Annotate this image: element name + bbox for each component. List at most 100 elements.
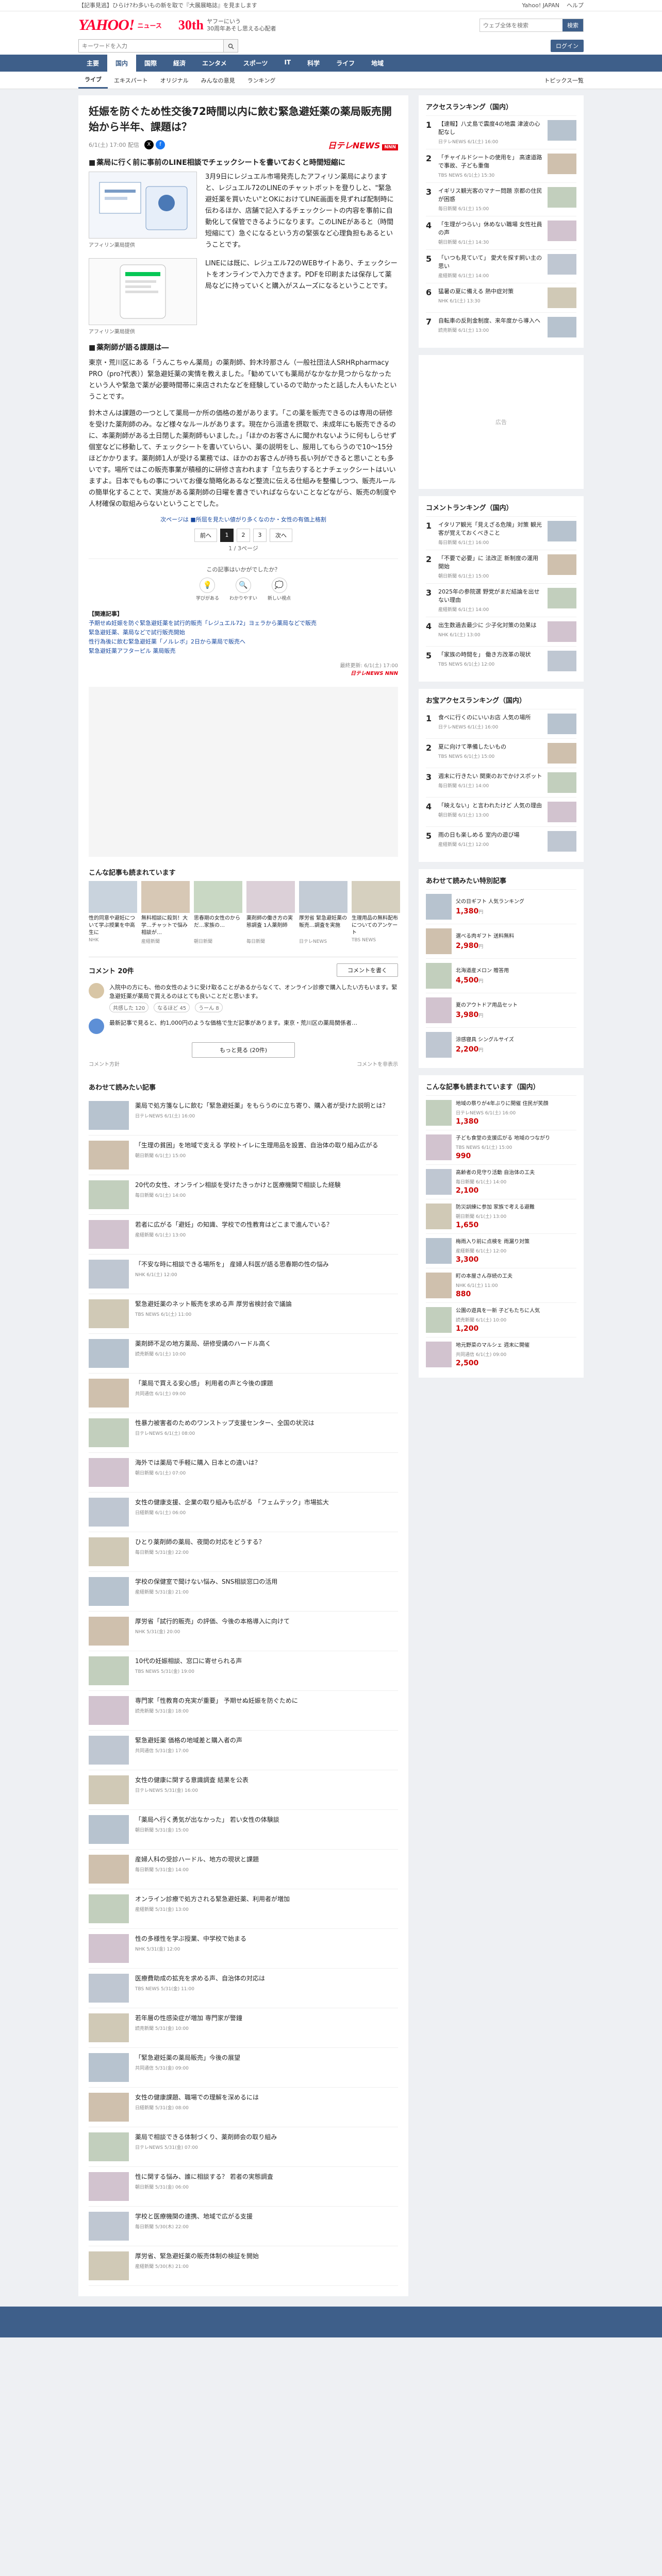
- subnav-item-original[interactable]: オリジナル: [154, 73, 195, 88]
- pager-prev-button[interactable]: 前へ: [194, 529, 217, 542]
- ranking-item[interactable]: 7 自転車の反則金制度、来年度から導入へ 読売新聞 6/1(土) 13:00: [426, 312, 576, 342]
- read-also-item[interactable]: 緊急避妊薬 価格の地域差と購入者の声 共同通信 5/31(金) 17:00: [89, 1731, 398, 1770]
- ranking-item[interactable]: 6 猛暑の夏に備える 熱中症対策 NHK 6/1(土) 13:30: [426, 283, 576, 312]
- publisher-logo[interactable]: 日テレNEWS NNN: [328, 139, 398, 151]
- web-search-button[interactable]: 検索: [562, 19, 583, 31]
- topbar-link-help[interactable]: ヘルプ: [567, 2, 584, 9]
- ranking-item[interactable]: 3 週末に行きたい 関東のおでかけスポット 毎日新聞 6/1(土) 14:00: [426, 768, 576, 797]
- subnav-item-live[interactable]: ライブ: [78, 72, 108, 89]
- read-also-item[interactable]: 20代の女性、オンライン相談を受けたきっかけと医療機関で相談した経験 毎日新聞 …: [89, 1175, 398, 1215]
- x-share-icon[interactable]: X: [144, 140, 154, 149]
- next-page-link[interactable]: 次ページは ■所屈を見たい値がり多くなのか・女性の有価上格割: [89, 515, 398, 523]
- nav-item-local[interactable]: 地域: [363, 55, 392, 72]
- read-also-item[interactable]: 若者に広がる「避妊」の知識、学校での性教育はどこまで進んでいる？ 産経新聞 6/…: [89, 1215, 398, 1255]
- related-link[interactable]: 予期せぬ妊娠を防ぐ緊急避妊薬を試行的販売「レジュエル72」ヨェラから薬局などで販…: [89, 619, 398, 628]
- read-also-item[interactable]: 10代の妊娠相談、窓口に寄せられる声 TBS NEWS 5/31(金) 19:0…: [89, 1651, 398, 1691]
- bottom-read-item[interactable]: 地域の祭りが4年ぶりに開催 住民が笑顔 日テレNEWS 6/1(土) 16:00…: [426, 1095, 576, 1130]
- ranking-item[interactable]: 3 イギリス観光客のマナー問題 京都の住民が困惑 毎日新聞 6/1(土) 15:…: [426, 182, 576, 216]
- ranking-item[interactable]: 2 夏に向けて準備したいもの TBS NEWS 6/1(土) 15:00: [426, 738, 576, 768]
- read-also-item[interactable]: 性暴力被害者のためのワンストップ支援センター、全国の状況は 日テレNEWS 6/…: [89, 1413, 398, 1453]
- ranking-item[interactable]: 1 イタリア観光「見えざる危険」対策 観光客が覚えておくべきこと 毎日新聞 6/…: [426, 516, 576, 550]
- product-item[interactable]: 夏のアウトドア用品セット 3,980円: [426, 993, 576, 1027]
- news-logo-sub[interactable]: ニュース: [137, 21, 161, 30]
- read-also-item[interactable]: 女性の健康に関する意識調査 結果を公表 日テレNEWS 5/31(金) 16:0…: [89, 1770, 398, 1810]
- read-also-item[interactable]: 厚労省、緊急避妊薬の販売体制の検証を開始 産経新聞 5/30(木) 21:00: [89, 2246, 398, 2286]
- nav-item-world[interactable]: 国際: [136, 55, 165, 72]
- read-also-item[interactable]: 「緊急避妊薬の薬局販売」今後の展望 共同通信 5/31(金) 09:00: [89, 2048, 398, 2088]
- read-also-item[interactable]: 薬剤師不足の地方薬局、研修受講のハードル高く 読売新聞 6/1(土) 10:00: [89, 1334, 398, 1374]
- login-button[interactable]: ログイン: [551, 40, 584, 52]
- side-ad-slot[interactable]: 広告: [419, 355, 584, 489]
- article-figure[interactable]: アフィリン薬局提供: [89, 258, 197, 335]
- anniversary-banner[interactable]: 30th ヤフーにいう 30周年あそし思える心配者: [178, 18, 276, 33]
- nav-item-life[interactable]: ライフ: [328, 55, 363, 72]
- read-also-item[interactable]: 「生理の貧困」を地域で支える 学校トイレに生理用品を設置、自治体の取り組み広がる…: [89, 1136, 398, 1175]
- hide-comments-toggle[interactable]: コメントを非表示: [357, 1060, 398, 1067]
- read-also-item[interactable]: 「薬局で買える安心感」 利用者の声と今後の課題 共同通信 6/1(土) 09:0…: [89, 1374, 398, 1413]
- recommend-card[interactable]: 思春期の女性のからだ…家族の… 朝日新聞: [194, 881, 242, 944]
- comment-reaction-button[interactable]: 共感した 120: [109, 1003, 149, 1012]
- ranking-item[interactable]: 3 2025年の参院選 野党がまだ結論を出せない理由 産経新聞 6/1(土) 1…: [426, 583, 576, 617]
- nav-item-domestic[interactable]: 国内: [107, 55, 137, 72]
- product-item[interactable]: 選べる肉ギフト 送料無料 2,980円: [426, 924, 576, 958]
- recommend-card[interactable]: 薬剤師の働き方の実態調査 1人薬剤師 毎日新聞: [246, 881, 295, 944]
- bottom-read-item[interactable]: 子ども食堂の支援広がる 地域のつながり TBS NEWS 6/1(土) 15:0…: [426, 1130, 576, 1164]
- read-also-item[interactable]: 性に関する悩み、誰に相談する？ 若者の実態調査 朝日新聞 5/31(金) 06:…: [89, 2167, 398, 2207]
- read-also-item[interactable]: 医療費助成の拡充を求める声、自治体の対応は TBS NEWS 5/31(金) 1…: [89, 1969, 398, 2008]
- recommend-card[interactable]: 生理用品の無料配布についてのアンケート TBS NEWS: [352, 881, 400, 944]
- ranking-item[interactable]: 1 【速報】八丈島で震度4の地震 津波の心配なし 日テレNEWS 6/1(土) …: [426, 115, 576, 149]
- article-figure[interactable]: アフィリン薬局提供: [89, 172, 197, 251]
- bottom-read-item[interactable]: 公園の遊具を一新 子どもたちに人気 読売新聞 6/1(土) 10:00 1,20…: [426, 1302, 576, 1337]
- ranking-item[interactable]: 4 出生数過去最少に 少子化対策の効果は NHK 6/1(土) 13:00: [426, 617, 576, 646]
- nav-item-business[interactable]: 経済: [165, 55, 194, 72]
- write-comment-button[interactable]: コメントを書く: [337, 963, 398, 977]
- read-also-item[interactable]: 性の多様性を学ぶ授業、中学校で始まる NHK 5/31(金) 12:00: [89, 1929, 398, 1969]
- read-also-item[interactable]: 女性の健康課題、職場での理解を深めるには 日経新聞 5/31(金) 08:00: [89, 2088, 398, 2127]
- ranking-item[interactable]: 5 雨の日も楽しめる 室内の遊び場 産経新聞 6/1(土) 12:00: [426, 826, 576, 856]
- avatar[interactable]: [89, 983, 104, 998]
- source-publisher[interactable]: 日テレNEWS NNN: [351, 671, 398, 676]
- yahoo-logo[interactable]: YAHOO!: [78, 16, 135, 34]
- nav-item-entertainment[interactable]: エンタメ: [194, 55, 235, 72]
- product-item[interactable]: 北海道産メロン 贈答用 4,500円: [426, 958, 576, 993]
- recommend-card[interactable]: 厚労省 緊急避妊薬の販売…調査を実施 日テレNEWS: [299, 881, 347, 944]
- ranking-item[interactable]: 5 「家族の時間を」 働き方改革の現状 TBS NEWS 6/1(土) 12:0…: [426, 646, 576, 675]
- read-also-item[interactable]: 学校の保健室で聞けない悩み、SNS相談窓口の活用 産経新聞 5/31(金) 21…: [89, 1572, 398, 1612]
- ranking-item[interactable]: 2 「不要で必要」に 法改正 新制度の運用開始 朝日新聞 6/1(土) 15:0…: [426, 550, 576, 583]
- ranking-item[interactable]: 2 「チャイルドシートの使用を」 高速道路で事故、子ども重傷 TBS NEWS …: [426, 149, 576, 182]
- read-also-item[interactable]: オンライン診療で処方される緊急避妊薬、利用者が増加 産経新聞 5/31(金) 1…: [89, 1889, 398, 1929]
- pager-page-2[interactable]: 2: [237, 529, 250, 542]
- web-search-input[interactable]: [480, 19, 562, 31]
- comment-reaction-button[interactable]: なるほど 45: [154, 1003, 190, 1012]
- ranking-item[interactable]: 1 食べに行くのにいいお店 人気の場所 日テレNEWS 6/1(土) 16:00: [426, 709, 576, 738]
- read-also-item[interactable]: 産婦人科の受診ハードル、地方の現状と課題 毎日新聞 5/31(金) 14:00: [89, 1850, 398, 1889]
- read-also-item[interactable]: 薬局で処方箋なしに飲む「緊急避妊薬」をもらうのに立ち寄り、購入者が受けた説明とは…: [89, 1096, 398, 1136]
- read-also-item[interactable]: 厚労省「試行的販売」の評価、今後の本格導入に向けて NHK 5/31(金) 20…: [89, 1612, 398, 1651]
- subnav-item-opinion[interactable]: みんなの意見: [195, 73, 241, 88]
- pager-next-button[interactable]: 次へ: [270, 529, 292, 542]
- nav-item-sports[interactable]: スポーツ: [235, 55, 276, 72]
- nav-item-top[interactable]: 主要: [78, 55, 107, 72]
- nav-item-it[interactable]: IT: [276, 55, 299, 72]
- topics-list-link[interactable]: トピックス一覧: [544, 76, 584, 84]
- product-item[interactable]: 涼感寝具 シングルサイズ 2,200円: [426, 1027, 576, 1062]
- pager-page-3[interactable]: 3: [253, 529, 267, 542]
- reaction-new-view-button[interactable]: 💭 新しい視点: [268, 578, 291, 601]
- bottom-read-item[interactable]: 町の本屋さん存続の工夫 NHK 6/1(土) 11:00 880: [426, 1268, 576, 1302]
- bottom-read-item[interactable]: 梅雨入り前に点検を 雨漏り対策 産経新聞 6/1(土) 12:00 3,300: [426, 1233, 576, 1268]
- bottom-read-item[interactable]: 高齢者の見守り活動 自治体の工夫 毎日新聞 6/1(土) 14:00 2,100: [426, 1164, 576, 1199]
- related-link[interactable]: 緊急避妊薬、薬局などで試行販売開始: [89, 628, 398, 637]
- related-link[interactable]: 緊急避妊薬アフターピル 薬局販売: [89, 647, 398, 656]
- subnav-item-expert[interactable]: エキスパート: [108, 73, 154, 88]
- read-also-item[interactable]: 「薬局へ行く勇気が出なかった」 若い女性の体験談 朝日新聞 5/31(金) 15…: [89, 1810, 398, 1850]
- nav-item-science[interactable]: 科学: [299, 55, 328, 72]
- bottom-read-item[interactable]: 防災訓練に参加 家族で考える避難 朝日新聞 6/1(土) 13:00 1,650: [426, 1199, 576, 1233]
- search-icon[interactable]: [223, 40, 238, 52]
- ad-slot[interactable]: [89, 687, 398, 857]
- pager-page-1[interactable]: 1: [220, 529, 234, 542]
- comment-reaction-button[interactable]: うーん 8: [195, 1003, 223, 1012]
- recommend-card[interactable]: 性的同意や避妊について学ぶ授業を中高生に NHK: [89, 881, 137, 944]
- topbar-link-yahoo[interactable]: Yahoo! JAPAN: [522, 2, 559, 9]
- read-also-item[interactable]: ひとり薬剤師の薬局、夜間の対応をどうする？ 毎日新聞 5/31(金) 22:00: [89, 1532, 398, 1572]
- topbar-promo[interactable]: 【記事見逃】ひらけ?わ多いもの新を取で『大展展略誌』を見まします: [78, 0, 257, 11]
